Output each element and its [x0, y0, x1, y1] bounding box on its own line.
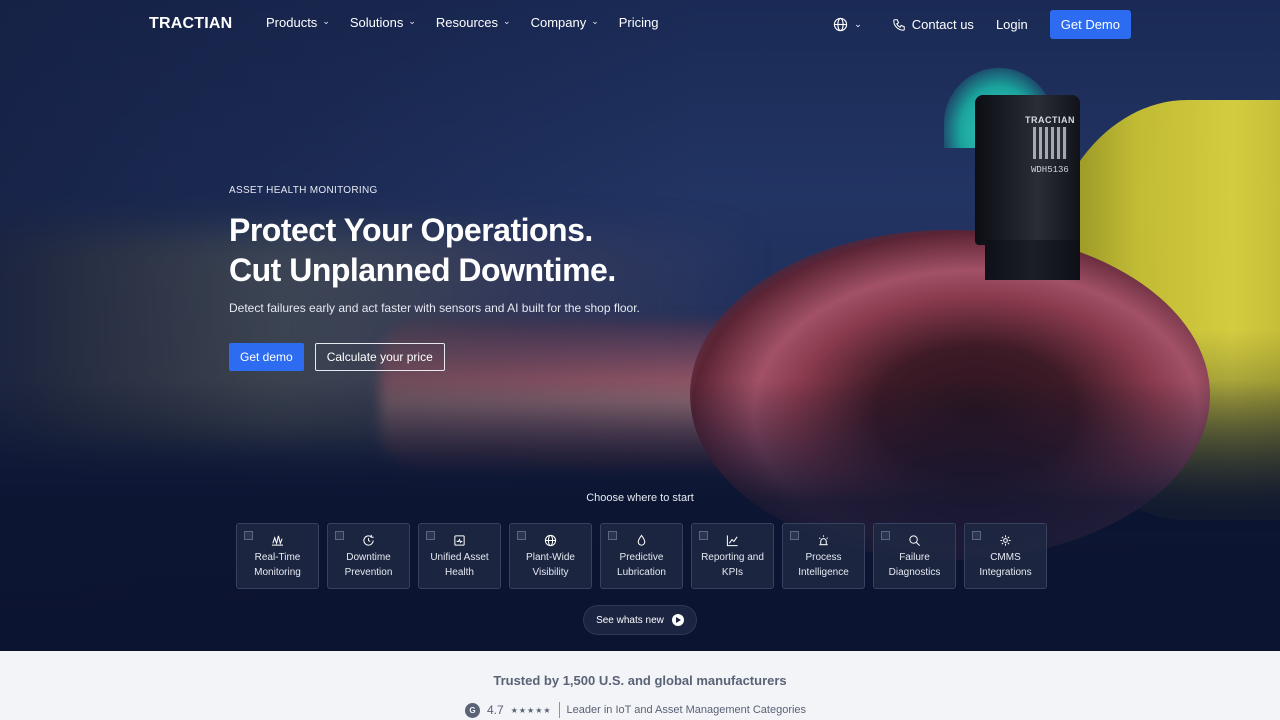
phone-icon: [893, 18, 905, 31]
nav-item-resources[interactable]: Resources ⌄: [436, 15, 511, 30]
g2-logo-icon: G: [465, 702, 480, 718]
hero-headline: Protect Your Operations. Cut Unplanned D…: [229, 210, 616, 290]
nav-item-label: Resources: [435, 15, 499, 30]
waveform-icon: [271, 535, 284, 546]
globe-icon: [544, 534, 557, 547]
rating-category: Leader in IoT and Asset Management Categ…: [566, 704, 807, 716]
card-checkbox[interactable]: [335, 531, 344, 540]
top-navigation: TRACTIAN Products ⌄ Solutions ⌄ Resource…: [0, 0, 1280, 48]
calculate-price-button[interactable]: Calculate your price: [314, 343, 445, 371]
sensor-code-text: WDH5136: [1031, 165, 1069, 175]
hero-cta-row: Get demo Calculate your price: [229, 343, 445, 371]
card-checkbox[interactable]: [699, 531, 708, 540]
card-checkbox[interactable]: [426, 531, 435, 540]
search-icon: [909, 535, 920, 546]
get-demo-cta-button[interactable]: Get demo: [229, 343, 304, 371]
nav-item-label: Solutions: [349, 15, 404, 30]
contact-us-link[interactable]: Contact us: [892, 17, 974, 32]
headline-line-1: Protect Your Operations.: [229, 212, 593, 248]
hero-subhead: Detect failures early and act faster wit…: [229, 301, 640, 315]
droplet-icon: [637, 534, 646, 546]
sensor-qr-code: [1033, 127, 1067, 159]
card-failure-diagnostics[interactable]: Failure Diagnostics: [873, 523, 956, 589]
see-whats-new-button[interactable]: See whats new: [583, 605, 697, 635]
card-checkbox[interactable]: [972, 531, 981, 540]
card-label: Predictive Lubrication: [617, 552, 666, 578]
nav-actions: ⌄ Contact us Login Get Demo: [833, 10, 1131, 39]
card-label: Reporting and KPIs: [701, 552, 764, 578]
nav-item-company[interactable]: Company ⌄: [531, 15, 599, 30]
nav-item-label: Products: [266, 15, 318, 30]
headline-line-2: Cut Unplanned Downtime.: [229, 252, 616, 288]
card-process-intelligence[interactable]: Process Intelligence: [782, 523, 865, 589]
hero-sensor-device: TRACTIAN WDH5136: [975, 95, 1080, 245]
card-unified-asset-health[interactable]: Unified Asset Health: [418, 523, 501, 589]
chevron-down-icon: ⌄: [591, 16, 599, 26]
whats-new-label: See whats new: [596, 614, 664, 626]
rating-score: 4.7: [487, 703, 504, 717]
card-real-time-monitoring[interactable]: Real-Time Monitoring: [236, 523, 319, 589]
asset-health-icon: [454, 535, 465, 546]
nav-item-label: Pricing: [618, 15, 659, 30]
card-reporting-and-kpis[interactable]: Reporting and KPIs: [691, 523, 774, 589]
nav-menu: Products ⌄ Solutions ⌄ Resources ⌄ Compa…: [266, 15, 679, 30]
card-cmms-integrations[interactable]: CMMS Integrations: [964, 523, 1047, 589]
card-plant-wide-visibility[interactable]: Plant-Wide Visibility: [509, 523, 592, 589]
card-label: CMMS Integrations: [979, 552, 1032, 578]
card-label: Real-Time Monitoring: [254, 552, 301, 578]
globe-icon: [834, 17, 848, 32]
card-checkbox[interactable]: [881, 531, 890, 540]
hero-eyebrow: ASSET HEALTH MONITORING: [229, 185, 378, 196]
sensor-brand-text: TRACTIAN: [1025, 115, 1075, 125]
get-demo-button[interactable]: Get Demo: [1049, 10, 1131, 39]
card-predictive-lubrication[interactable]: Predictive Lubrication: [600, 523, 683, 589]
card-downtime-prevention[interactable]: Downtime Prevention: [327, 523, 410, 589]
choose-start-title: Choose where to start: [586, 492, 694, 504]
chevron-down-icon: ⌄: [408, 16, 416, 26]
rating-row: G 4.7 ★★★★★ Leader in IoT and Asset Mana…: [465, 702, 806, 718]
card-label: Plant-Wide Visibility: [526, 552, 575, 578]
alert-light-icon: [818, 535, 829, 546]
login-link[interactable]: Login: [996, 17, 1028, 32]
chevron-down-icon: ⌄: [322, 16, 330, 26]
chevron-down-icon: ⌄: [854, 19, 862, 29]
start-cards: Real-Time Monitoring Downtime Prevention U…: [236, 523, 1047, 589]
play-icon: [671, 614, 684, 626]
trusted-title: Trusted by 1,500 U.S. and global manufac…: [493, 673, 787, 688]
language-selector[interactable]: ⌄: [833, 17, 862, 32]
divider: [558, 702, 560, 718]
gear-icon: [1000, 535, 1011, 546]
card-checkbox[interactable]: [244, 531, 253, 540]
nav-item-solutions[interactable]: Solutions ⌄: [350, 15, 416, 30]
star-rating-icon: ★★★★★: [510, 705, 552, 715]
card-label: Failure Diagnostics: [888, 552, 941, 578]
contact-label: Contact us: [911, 17, 974, 32]
chart-icon: [726, 535, 738, 547]
card-label: Unified Asset Health: [430, 552, 489, 578]
card-checkbox[interactable]: [517, 531, 526, 540]
trusted-section: Trusted by 1,500 U.S. and global manufac…: [0, 651, 1280, 720]
nav-item-label: Company: [530, 15, 587, 30]
nav-item-products[interactable]: Products ⌄: [266, 15, 330, 30]
hero-sensor-base: [985, 240, 1080, 280]
clock-refresh-icon: [363, 534, 374, 546]
card-label: Process Intelligence: [798, 552, 849, 578]
card-checkbox[interactable]: [608, 531, 617, 540]
card-label: Downtime Prevention: [344, 552, 393, 578]
tractian-logo[interactable]: TRACTIAN: [149, 15, 232, 33]
card-checkbox[interactable]: [790, 531, 799, 540]
chevron-down-icon: ⌄: [503, 16, 511, 26]
nav-item-pricing[interactable]: Pricing: [619, 15, 659, 30]
